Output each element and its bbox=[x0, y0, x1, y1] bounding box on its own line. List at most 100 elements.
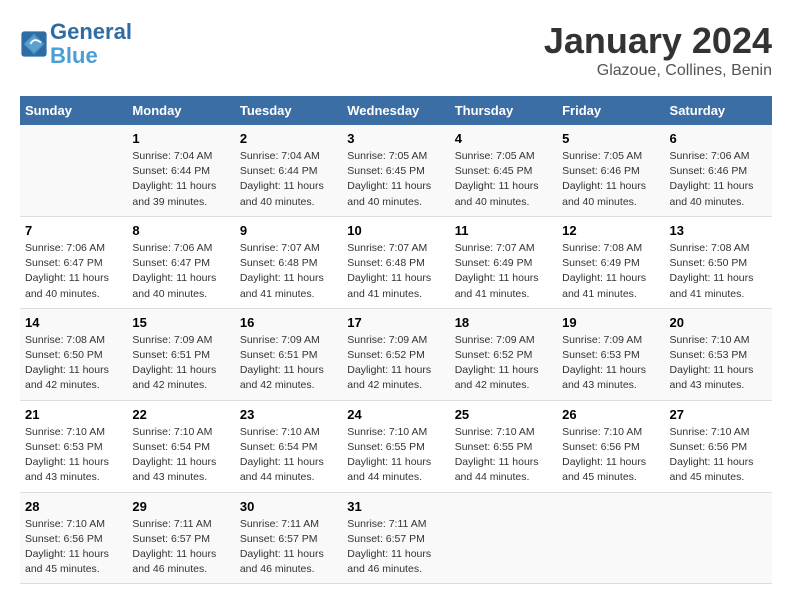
column-header-saturday: Saturday bbox=[665, 96, 772, 125]
day-detail: Sunrise: 7:05 AM Sunset: 6:45 PM Dayligh… bbox=[347, 149, 444, 210]
calendar-cell bbox=[20, 125, 127, 216]
calendar-title: January 2024 bbox=[544, 20, 772, 62]
day-detail: Sunrise: 7:10 AM Sunset: 6:56 PM Dayligh… bbox=[670, 425, 767, 486]
calendar-table: SundayMondayTuesdayWednesdayThursdayFrid… bbox=[20, 96, 772, 584]
title-block: January 2024 Glazoue, Collines, Benin bbox=[544, 20, 772, 80]
calendar-cell: 6 Sunrise: 7:06 AM Sunset: 6:46 PM Daylig… bbox=[665, 125, 772, 216]
day-number: 24 bbox=[347, 407, 444, 422]
calendar-cell: 28 Sunrise: 7:10 AM Sunset: 6:56 PM Dayli… bbox=[20, 492, 127, 584]
calendar-cell: 26Sunrise: 7:10 AM Sunset: 6:56 PM Dayli… bbox=[557, 400, 664, 492]
calendar-cell: 16Sunrise: 7:09 AM Sunset: 6:51 PM Dayli… bbox=[235, 308, 342, 400]
calendar-cell: 2 Sunrise: 7:04 AM Sunset: 6:44 PM Daylig… bbox=[235, 125, 342, 216]
day-number: 23 bbox=[240, 407, 337, 422]
day-detail: Sunrise: 7:05 AM Sunset: 6:46 PM Dayligh… bbox=[562, 149, 659, 210]
calendar-cell: 20Sunrise: 7:10 AM Sunset: 6:53 PM Dayli… bbox=[665, 308, 772, 400]
week-row-3: 14Sunrise: 7:08 AM Sunset: 6:50 PM Dayli… bbox=[20, 308, 772, 400]
day-detail: Sunrise: 7:11 AM Sunset: 6:57 PM Dayligh… bbox=[347, 517, 444, 578]
day-number: 25 bbox=[455, 407, 552, 422]
day-number: 19 bbox=[562, 315, 659, 330]
calendar-cell bbox=[665, 492, 772, 584]
page-header: GeneralBlue January 2024 Glazoue, Collin… bbox=[20, 20, 772, 80]
day-number: 9 bbox=[240, 223, 337, 238]
week-row-2: 7 Sunrise: 7:06 AM Sunset: 6:47 PM Daylig… bbox=[20, 216, 772, 308]
calendar-cell: 7Sunrise: 7:06 AM Sunset: 6:47 PM Daylig… bbox=[20, 216, 127, 308]
calendar-cell: 21Sunrise: 7:10 AM Sunset: 6:53 PM Dayli… bbox=[20, 400, 127, 492]
day-number: 2 bbox=[240, 131, 337, 146]
calendar-cell: 5 Sunrise: 7:05 AM Sunset: 6:46 PM Daylig… bbox=[557, 125, 664, 216]
day-detail: Sunrise: 7:11 AM Sunset: 6:57 PM Dayligh… bbox=[132, 517, 229, 578]
column-header-wednesday: Wednesday bbox=[342, 96, 449, 125]
day-number: 17 bbox=[347, 315, 444, 330]
day-detail: Sunrise: 7:07 AM Sunset: 6:48 PM Dayligh… bbox=[240, 241, 337, 302]
day-detail: Sunrise: 7:10 AM Sunset: 6:54 PM Dayligh… bbox=[240, 425, 337, 486]
day-detail: Sunrise: 7:10 AM Sunset: 6:55 PM Dayligh… bbox=[455, 425, 552, 486]
day-detail: Sunrise: 7:08 AM Sunset: 6:49 PM Dayligh… bbox=[562, 241, 659, 302]
day-number: 7 bbox=[25, 223, 122, 238]
day-detail: Sunrise: 7:09 AM Sunset: 6:52 PM Dayligh… bbox=[455, 333, 552, 394]
day-number: 11 bbox=[455, 223, 552, 238]
day-number: 8 bbox=[132, 223, 229, 238]
day-number: 3 bbox=[347, 131, 444, 146]
day-detail: Sunrise: 7:04 AM Sunset: 6:44 PM Dayligh… bbox=[132, 149, 229, 210]
day-number: 12 bbox=[562, 223, 659, 238]
calendar-cell: 30Sunrise: 7:11 AM Sunset: 6:57 PM Dayli… bbox=[235, 492, 342, 584]
calendar-cell: 22Sunrise: 7:10 AM Sunset: 6:54 PM Dayli… bbox=[127, 400, 234, 492]
logo-icon bbox=[20, 30, 48, 58]
calendar-cell: 4 Sunrise: 7:05 AM Sunset: 6:45 PM Daylig… bbox=[450, 125, 557, 216]
day-number: 5 bbox=[562, 131, 659, 146]
calendar-cell: 23 Sunrise: 7:10 AM Sunset: 6:54 PM Dayli… bbox=[235, 400, 342, 492]
calendar-cell: 8 Sunrise: 7:06 AM Sunset: 6:47 PM Daylig… bbox=[127, 216, 234, 308]
day-detail: Sunrise: 7:07 AM Sunset: 6:48 PM Dayligh… bbox=[347, 241, 444, 302]
day-detail: Sunrise: 7:10 AM Sunset: 6:55 PM Dayligh… bbox=[347, 425, 444, 486]
calendar-cell bbox=[557, 492, 664, 584]
week-row-4: 21Sunrise: 7:10 AM Sunset: 6:53 PM Dayli… bbox=[20, 400, 772, 492]
week-row-5: 28 Sunrise: 7:10 AM Sunset: 6:56 PM Dayli… bbox=[20, 492, 772, 584]
day-number: 21 bbox=[25, 407, 122, 422]
calendar-subtitle: Glazoue, Collines, Benin bbox=[544, 62, 772, 80]
day-number: 29 bbox=[132, 499, 229, 514]
day-detail: Sunrise: 7:06 AM Sunset: 6:47 PM Dayligh… bbox=[132, 241, 229, 302]
day-number: 30 bbox=[240, 499, 337, 514]
logo: GeneralBlue bbox=[20, 20, 132, 68]
day-number: 13 bbox=[670, 223, 767, 238]
column-header-sunday: Sunday bbox=[20, 96, 127, 125]
day-detail: Sunrise: 7:09 AM Sunset: 6:51 PM Dayligh… bbox=[132, 333, 229, 394]
day-number: 1 bbox=[132, 131, 229, 146]
day-number: 26 bbox=[562, 407, 659, 422]
day-number: 14 bbox=[25, 315, 122, 330]
calendar-cell: 13 Sunrise: 7:08 AM Sunset: 6:50 PM Dayli… bbox=[665, 216, 772, 308]
day-detail: Sunrise: 7:04 AM Sunset: 6:44 PM Dayligh… bbox=[240, 149, 337, 210]
column-headers: SundayMondayTuesdayWednesdayThursdayFrid… bbox=[20, 96, 772, 125]
day-number: 27 bbox=[670, 407, 767, 422]
day-detail: Sunrise: 7:08 AM Sunset: 6:50 PM Dayligh… bbox=[670, 241, 767, 302]
calendar-cell: 25 Sunrise: 7:10 AM Sunset: 6:55 PM Dayli… bbox=[450, 400, 557, 492]
calendar-cell: 29 Sunrise: 7:11 AM Sunset: 6:57 PM Dayli… bbox=[127, 492, 234, 584]
day-number: 6 bbox=[670, 131, 767, 146]
column-header-thursday: Thursday bbox=[450, 96, 557, 125]
column-header-friday: Friday bbox=[557, 96, 664, 125]
calendar-cell: 14Sunrise: 7:08 AM Sunset: 6:50 PM Dayli… bbox=[20, 308, 127, 400]
calendar-cell: 27 Sunrise: 7:10 AM Sunset: 6:56 PM Dayli… bbox=[665, 400, 772, 492]
day-detail: Sunrise: 7:10 AM Sunset: 6:53 PM Dayligh… bbox=[670, 333, 767, 394]
day-detail: Sunrise: 7:06 AM Sunset: 6:46 PM Dayligh… bbox=[670, 149, 767, 210]
day-number: 10 bbox=[347, 223, 444, 238]
calendar-cell: 19Sunrise: 7:09 AM Sunset: 6:53 PM Dayli… bbox=[557, 308, 664, 400]
day-number: 22 bbox=[132, 407, 229, 422]
calendar-cell: 10 Sunrise: 7:07 AM Sunset: 6:48 PM Dayli… bbox=[342, 216, 449, 308]
day-detail: Sunrise: 7:09 AM Sunset: 6:51 PM Dayligh… bbox=[240, 333, 337, 394]
day-number: 28 bbox=[25, 499, 122, 514]
calendar-cell: 24 Sunrise: 7:10 AM Sunset: 6:55 PM Dayli… bbox=[342, 400, 449, 492]
day-detail: Sunrise: 7:09 AM Sunset: 6:52 PM Dayligh… bbox=[347, 333, 444, 394]
calendar-cell bbox=[450, 492, 557, 584]
day-number: 18 bbox=[455, 315, 552, 330]
calendar-cell: 18 Sunrise: 7:09 AM Sunset: 6:52 PM Dayli… bbox=[450, 308, 557, 400]
calendar-cell: 11Sunrise: 7:07 AM Sunset: 6:49 PM Dayli… bbox=[450, 216, 557, 308]
day-number: 4 bbox=[455, 131, 552, 146]
day-number: 15 bbox=[132, 315, 229, 330]
calendar-cell: 15 Sunrise: 7:09 AM Sunset: 6:51 PM Dayli… bbox=[127, 308, 234, 400]
calendar-cell: 1 Sunrise: 7:04 AM Sunset: 6:44 PM Daylig… bbox=[127, 125, 234, 216]
day-detail: Sunrise: 7:05 AM Sunset: 6:45 PM Dayligh… bbox=[455, 149, 552, 210]
calendar-cell: 3 Sunrise: 7:05 AM Sunset: 6:45 PM Daylig… bbox=[342, 125, 449, 216]
calendar-cell: 12 Sunrise: 7:08 AM Sunset: 6:49 PM Dayli… bbox=[557, 216, 664, 308]
day-detail: Sunrise: 7:10 AM Sunset: 6:56 PM Dayligh… bbox=[25, 517, 122, 578]
